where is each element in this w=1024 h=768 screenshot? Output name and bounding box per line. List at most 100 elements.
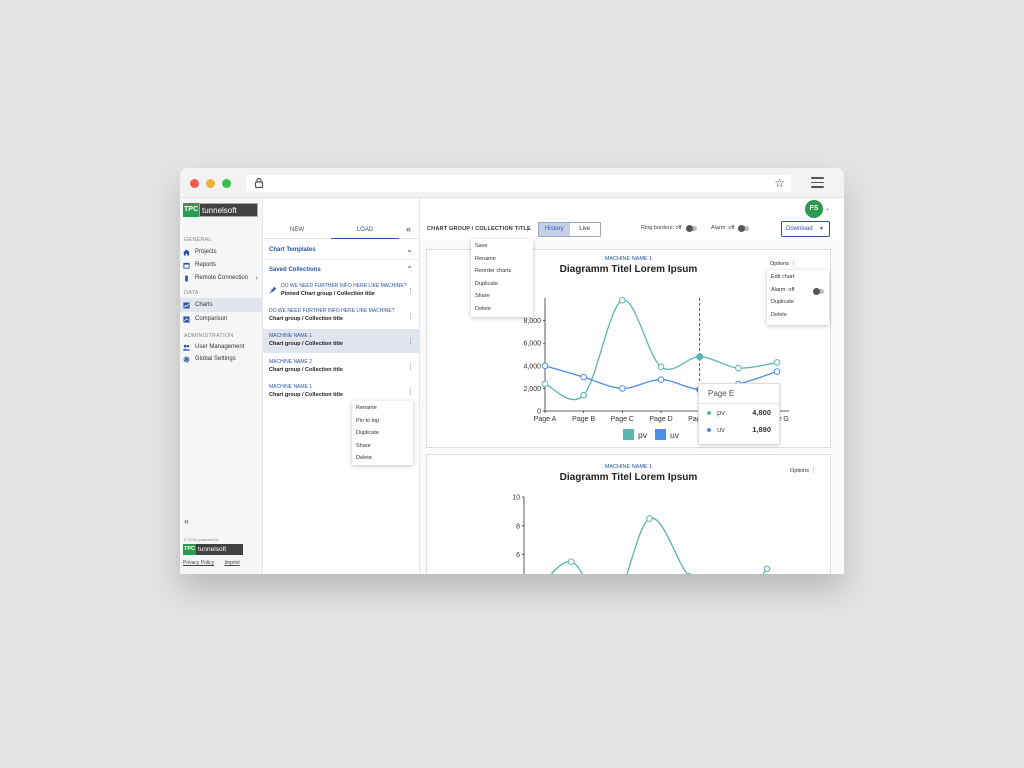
collections-panel: NEW LOAD « Chart Templates ⌄ Saved Colle… [263,198,420,574]
menu-item-share[interactable]: Share [471,290,533,303]
collection-item-selected[interactable]: MACHINE NAME 1 Chart group / Collection … [263,329,420,353]
menu-item-share[interactable]: Share [352,440,413,453]
kebab-menu-icon[interactable]: ⋮ [407,312,414,320]
tooltip-row-pv: pv 4,800 [699,404,779,421]
tooltip-row-uv: uv 1,890 [699,421,779,438]
privacy-policy-link[interactable]: Privacy Policy [183,560,214,566]
tooltip-title: Page E [699,384,779,404]
chart-card: MACHINE NAME 1 Diagramm Titel Lorem Ipsu… [426,454,831,574]
menu-item-delete[interactable]: Delete [767,309,829,322]
chart-templates-label: Chart Templates [269,247,316,253]
data-point-pv [541,380,549,388]
address-bar[interactable]: ☆ [246,175,791,192]
minimize-dot-icon[interactable] [206,179,215,188]
history-button[interactable]: History [539,223,570,236]
logo[interactable]: TPC tunnelsoft [183,203,258,217]
tab-new[interactable]: NEW [263,221,331,239]
sidebar-item-comparison[interactable]: Comparison [180,313,263,325]
footer-links: Privacy Policy Imprint [183,560,249,566]
collection-item-title: Chart group / Collection title [269,367,343,373]
browser-menu-icon[interactable] [811,177,824,188]
x-tick-label: Page A [534,416,557,423]
menu-item-duplicate[interactable]: Duplicate [471,278,533,291]
line-chart[interactable]: 46810 [427,455,832,574]
collection-item-title: Chart group / Collection title [269,316,343,322]
tooltip-series-name: uv [717,425,725,434]
toggle-switch-icon[interactable] [813,287,824,295]
toggle-switch-icon[interactable] [738,224,750,232]
y-tick-label: 10 [512,495,520,502]
menu-item-delete[interactable]: Delete [352,452,413,465]
kebab-menu-icon[interactable]: ⋮ [407,337,414,345]
series-line [550,517,768,574]
collection-item-machine: MACHINE NAME 2 [269,359,313,365]
powered-by: © 2022 powered by [184,537,219,542]
chevron-down-icon[interactable]: ⌄ [825,205,830,212]
chart-templates-accordion[interactable]: Chart Templates ⌄ [263,240,420,260]
avatar[interactable]: FS [805,200,823,218]
logo-tpc: TPC [183,203,199,217]
y-tick-label: 8,000 [523,318,541,325]
collection-item[interactable]: DO WE NEED FURTHER INFO HERE LIKE MACHIN… [263,279,420,303]
data-point-uv [541,362,549,370]
menu-item-duplicate[interactable]: Duplicate [767,296,829,309]
y-tick-label: 4,000 [523,363,541,370]
saved-collections-accordion[interactable]: Saved Collections ⌃ [263,260,420,280]
collapse-sidebar-icon[interactable]: « [184,516,189,526]
menu-item-pin-to-top[interactable]: Pin to top [352,415,413,428]
ring-borders-label: Ring borders: off [641,225,682,231]
sidebar-item-projects[interactable]: Projects [180,246,263,258]
collection-item-machine: DO WE NEED FURTHER INFO HERE LIKE MACHIN… [269,308,395,314]
collection-item[interactable]: MACHINE NAME 2 Chart group / Collection … [263,355,420,379]
kebab-menu-icon[interactable]: ⋮ [407,388,414,396]
uv-dot-icon [707,427,711,432]
kebab-menu-icon[interactable]: ⋮ [524,225,531,233]
collection-title: CHART GROUP / COLLECTION TITLE [427,226,531,232]
collection-item-machine: MACHINE NAME 1 [269,384,313,390]
sidebar-item-global-settings[interactable]: Global Settings [180,353,263,365]
caret-down-icon: ▼ [819,226,824,232]
pv-dot-icon [707,410,711,415]
alarm-toggle[interactable]: Alarm: off [711,224,750,232]
menu-item-rename[interactable]: Rename [471,253,533,266]
legend-swatch-pv [623,429,634,440]
tooltip-value: 1,890 [752,425,771,434]
download-button[interactable]: Download ▼ [781,221,830,237]
home-icon [183,248,190,256]
menu-item-edit-chart[interactable]: Edit chart [767,271,829,284]
sidebar-item-reports[interactable]: Reports [180,259,263,271]
sidebar-item-charts[interactable]: Charts [180,298,263,312]
y-tick-label: 6,000 [523,341,541,348]
menu-item-delete[interactable]: Delete [471,303,533,316]
data-point [567,558,575,565]
imprint-link[interactable]: Imprint [225,560,240,566]
y-tick-label: 6 [516,552,520,559]
menu-item-alarm[interactable]: Alarm: off [767,284,829,297]
main-area: FS ⌄ CHART GROUP / COLLECTION TITLE ⋮ Hi… [420,198,844,574]
tab-load[interactable]: LOAD [331,221,399,239]
alarm-label: Alarm: off [711,225,735,231]
kebab-menu-icon[interactable]: ⋮ [407,287,414,295]
sidebar-item-remote-connection[interactable]: Remote Connection › [180,272,263,284]
toggle-switch-icon[interactable] [685,224,697,232]
menu-item-duplicate[interactable]: Duplicate [352,427,413,440]
sidebar-item-user-management[interactable]: User Management [180,341,263,353]
kebab-menu-icon[interactable]: ⋮ [407,363,414,371]
bookmark-star-icon[interactable]: ☆ [774,176,785,190]
ring-borders-toggle[interactable]: Ring borders: off [641,224,697,232]
data-point-uv [773,368,781,375]
menu-item-reorder-charts[interactable]: Reorder charts [471,265,533,278]
close-dot-icon[interactable] [190,179,199,188]
menu-item-save[interactable]: Save [471,240,533,253]
maximize-dot-icon[interactable] [222,179,231,188]
chevron-down-icon: ⌄ [406,245,413,254]
collection-item-machine: DO WE NEED FURTHER INFO HERE LIKE MACHIN… [281,283,407,289]
data-point-uv [580,373,587,381]
data-point [646,515,653,522]
footer-logo-brand: tunnelsoft [196,544,243,555]
data-point-uv [619,385,626,392]
menu-item-rename[interactable]: Rename [352,402,413,415]
live-button[interactable]: Live [570,223,601,236]
collapse-panel-icon[interactable]: « [406,224,411,234]
collection-item[interactable]: DO WE NEED FURTHER INFO HERE LIKE MACHIN… [263,304,420,328]
